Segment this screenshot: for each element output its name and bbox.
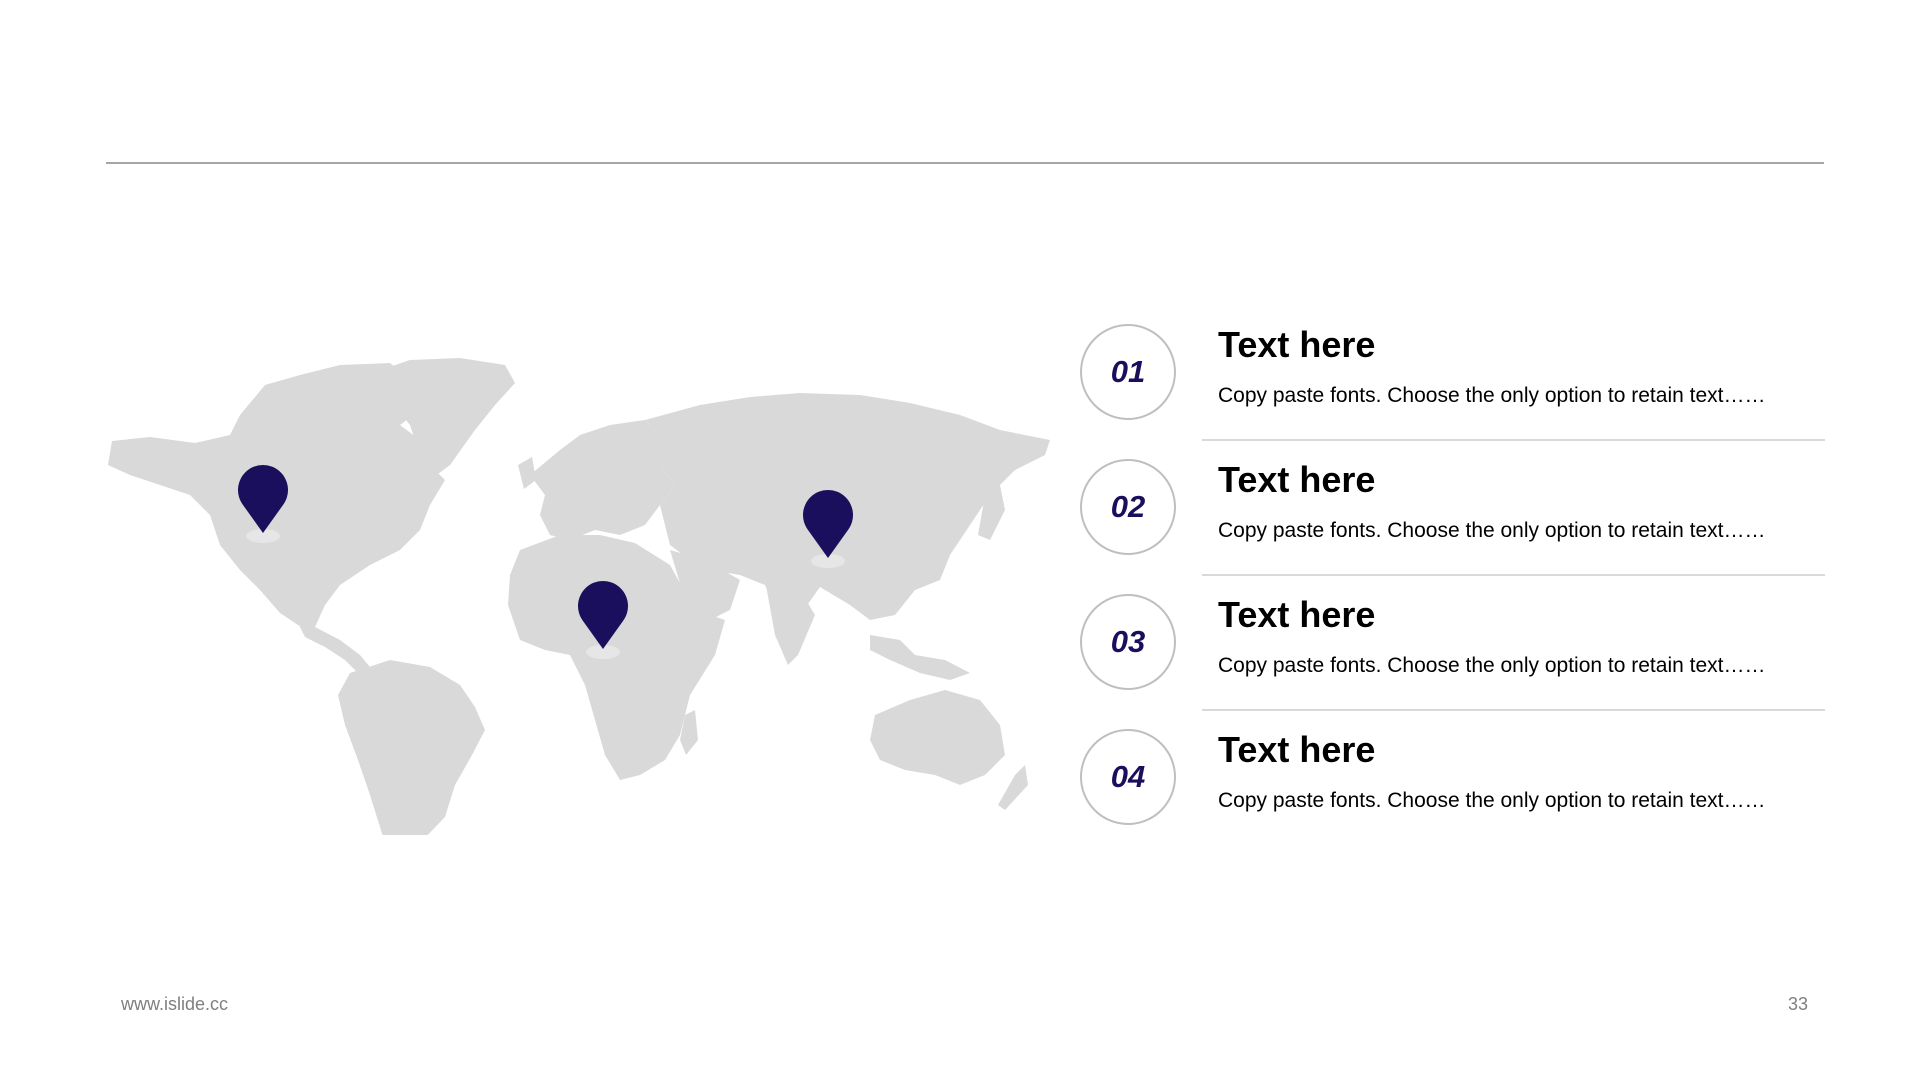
number-badge: 01 — [1080, 324, 1176, 420]
world-map — [100, 355, 1060, 835]
number-badge: 03 — [1080, 594, 1176, 690]
title-divider — [106, 162, 1824, 164]
item-divider — [1202, 574, 1825, 576]
uk-landmass — [518, 457, 536, 489]
australia-landmass — [870, 690, 1005, 785]
item-title: Text here — [1218, 324, 1376, 365]
list-item: 02 Text here Copy paste fonts. Choose th… — [1080, 457, 1825, 592]
continents — [108, 358, 1050, 835]
list-item: 03 Text here Copy paste fonts. Choose th… — [1080, 592, 1825, 727]
numbered-list: 01 Text here Copy paste fonts. Choose th… — [1080, 322, 1825, 862]
item-title: Text here — [1218, 729, 1376, 770]
southeast-asia-islands — [870, 635, 970, 680]
footer-website: www.islide.cc — [121, 994, 229, 1014]
number-badge: 02 — [1080, 459, 1176, 555]
item-divider — [1202, 439, 1825, 441]
item-title: Text here — [1218, 459, 1376, 500]
new-zealand-landmass — [998, 765, 1028, 810]
number-badge: 04 — [1080, 729, 1176, 825]
item-description: Copy paste fonts. Choose the only option… — [1218, 519, 1766, 542]
list-item: 04 Text here Copy paste fonts. Choose th… — [1080, 727, 1825, 862]
item-description: Copy paste fonts. Choose the only option… — [1218, 654, 1766, 677]
list-item: 01 Text here Copy paste fonts. Choose th… — [1080, 322, 1825, 457]
item-divider — [1202, 709, 1825, 711]
south-america-landmass — [338, 660, 485, 835]
world-map-graphic — [108, 358, 1050, 835]
page-number: 33 — [1787, 994, 1808, 1014]
item-description: Copy paste fonts. Choose the only option… — [1218, 789, 1766, 812]
item-description: Copy paste fonts. Choose the only option… — [1218, 384, 1766, 407]
item-title: Text here — [1218, 594, 1376, 635]
europe-landmass — [530, 420, 675, 540]
